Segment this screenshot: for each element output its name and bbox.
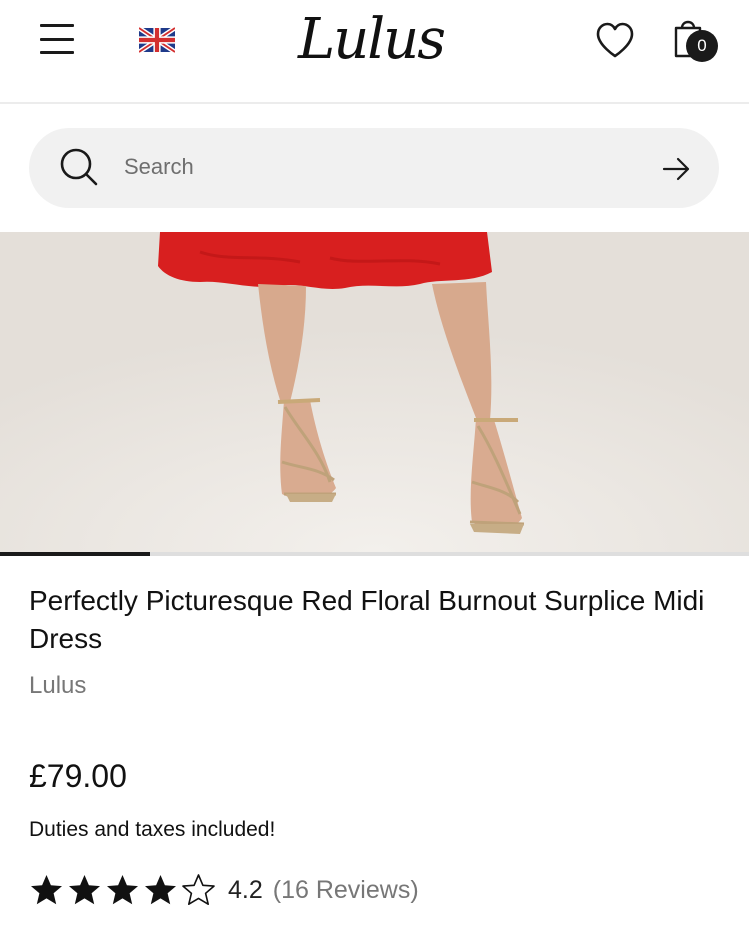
product-rating[interactable]: 4.2 (16 Reviews) bbox=[29, 870, 419, 910]
gallery-progress-fill bbox=[0, 552, 150, 556]
rating-value: 4.2 bbox=[228, 875, 263, 904]
hamburger-menu-icon[interactable] bbox=[38, 22, 78, 56]
duties-note: Duties and taxes included! bbox=[29, 818, 276, 841]
star-filled-icon bbox=[145, 875, 176, 905]
star-filled-icon bbox=[107, 875, 138, 905]
star-filled-icon bbox=[69, 875, 100, 905]
star-outline-icon bbox=[182, 874, 215, 905]
site-header: Lulus 0 bbox=[0, 0, 749, 104]
search-icon bbox=[60, 148, 98, 186]
site-logo[interactable]: Lulus bbox=[298, 4, 446, 76]
uk-flag-icon[interactable] bbox=[139, 27, 175, 53]
menu-line bbox=[40, 24, 74, 27]
search-input[interactable] bbox=[124, 146, 644, 188]
product-brand[interactable]: Lulus bbox=[29, 670, 86, 702]
product-price: £79.00 bbox=[29, 758, 127, 794]
arrow-right-icon[interactable] bbox=[660, 154, 692, 184]
review-count-link[interactable]: (16 Reviews) bbox=[273, 876, 419, 905]
menu-line bbox=[40, 37, 74, 41]
rating-stars bbox=[29, 873, 216, 907]
gallery-progress-track bbox=[0, 552, 749, 556]
product-image[interactable] bbox=[0, 232, 749, 552]
product-photo bbox=[0, 232, 749, 552]
bag-count-badge: 0 bbox=[686, 30, 718, 62]
product-title: Perfectly Picturesque Red Floral Burnout… bbox=[29, 585, 705, 654]
heart-icon[interactable] bbox=[594, 20, 636, 60]
menu-line bbox=[40, 51, 74, 54]
star-filled-icon bbox=[31, 875, 62, 905]
